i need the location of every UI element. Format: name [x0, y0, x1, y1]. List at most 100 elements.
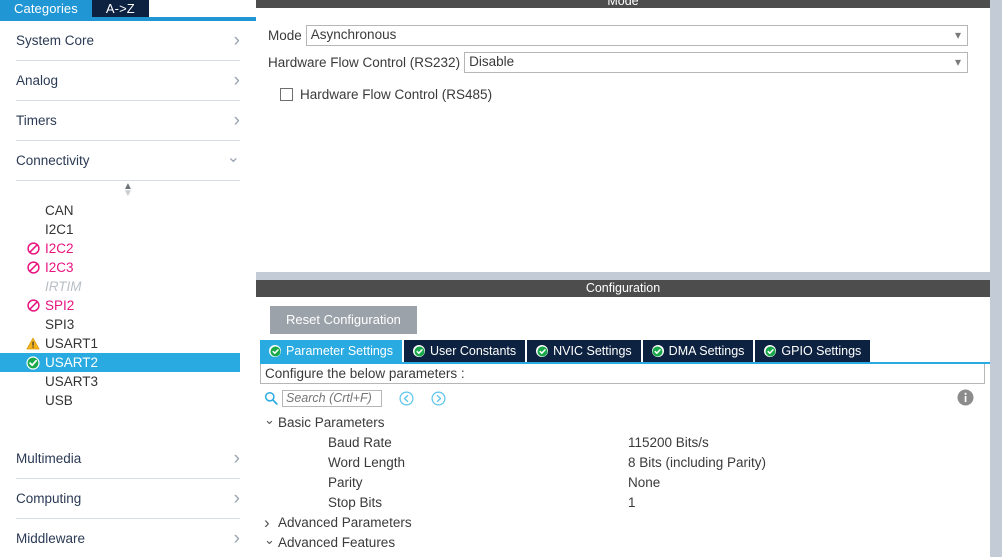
status-none-icon [24, 222, 42, 237]
sidebar-item-timers[interactable]: Timers [16, 101, 240, 141]
chevron-right-icon [264, 514, 278, 531]
chevron-right-icon [234, 449, 240, 468]
conflict-icon [24, 241, 42, 256]
param-word-length[interactable]: Word Length 8 Bits (including Parity) [264, 452, 990, 472]
sidebar-item-computing-label: Computing [16, 491, 82, 506]
mode-panel-title-label: Mode [607, 0, 639, 8]
check-ok-icon [413, 345, 425, 357]
param-baud-rate-value: 115200 Bits/s [628, 434, 709, 450]
tree-group-advanced-parameters-label: Advanced Parameters [278, 514, 412, 530]
search-previous-button[interactable] [398, 390, 414, 406]
info-icon[interactable] [957, 389, 974, 406]
peripheral-spi2-label: SPI2 [45, 297, 75, 313]
peripheral-spi3[interactable]: SPI3 [20, 315, 256, 334]
mode-select[interactable]: Asynchronous ▾ [305, 24, 968, 46]
peripheral-usb-label: USB [45, 392, 73, 408]
peripheral-can[interactable]: CAN [20, 201, 256, 220]
peripheral-usart2[interactable]: USART2 [0, 353, 240, 372]
param-parity[interactable]: Parity None [264, 472, 990, 492]
peripheral-i2c3[interactable]: I2C3 [20, 258, 256, 277]
configuration-tabbar: Parameter Settings User Constants NVIC S… [260, 340, 990, 362]
sidebar-tabbar-filler [148, 0, 256, 17]
category-list-top: System Core Analog Timers Connectivity [0, 21, 256, 181]
flow-rs232-select-value: Disable [469, 54, 515, 70]
peripheral-irtim[interactable]: IRTIM [20, 277, 256, 296]
mode-panel-body: Mode Asynchronous ▾ Hardware Flow Contro… [256, 8, 990, 272]
sidebar-item-middleware[interactable]: Middleware [16, 519, 240, 557]
peripheral-usb[interactable]: USB [20, 391, 256, 410]
mode-label: Mode [268, 27, 302, 43]
peripheral-list: CAN I2C1 I2C2 I2C3 IRTIM SPI2 SPI3 USART… [0, 199, 256, 410]
search-next-button[interactable] [430, 390, 446, 406]
check-ok-icon [536, 345, 549, 357]
sidebar-item-analog-label: Analog [16, 73, 59, 88]
param-parity-label: Parity [328, 474, 363, 490]
tab-a-to-z[interactable]: A->Z [91, 0, 149, 17]
peripheral-usart3-label: USART3 [45, 373, 99, 389]
sidebar-item-connectivity[interactable]: Connectivity [16, 141, 240, 181]
tab-dma-settings[interactable]: DMA Settings [642, 340, 754, 362]
peripheral-i2c2[interactable]: I2C2 [20, 239, 256, 258]
conflict-icon [24, 260, 42, 275]
mode-row: Mode Asynchronous ▾ [256, 24, 990, 46]
sidebar-item-connectivity-label: Connectivity [16, 153, 90, 168]
peripheral-spi3-label: SPI3 [45, 316, 75, 332]
flow-rs485-row[interactable]: Hardware Flow Control (RS485) [256, 87, 990, 102]
status-none-icon [24, 317, 42, 332]
peripheral-usart1[interactable]: USART1 [20, 334, 256, 353]
peripheral-i2c1[interactable]: I2C1 [20, 220, 256, 239]
param-stop-bits-value: 1 [628, 494, 636, 510]
sidebar-item-system-core-label: System Core [16, 33, 95, 48]
search-input[interactable] [282, 389, 382, 407]
tab-nvic-settings[interactable]: NVIC Settings [527, 340, 641, 362]
chevron-right-icon [234, 529, 240, 548]
sidebar-item-system-core[interactable]: System Core [16, 21, 240, 61]
tab-categories[interactable]: Categories [0, 0, 92, 17]
param-baud-rate[interactable]: Baud Rate 115200 Bits/s [264, 432, 990, 452]
sidebar-item-multimedia[interactable]: Multimedia [16, 439, 240, 479]
peripheral-i2c2-label: I2C2 [45, 240, 74, 256]
sidebar-item-middleware-label: Middleware [16, 531, 86, 546]
warning-icon [24, 336, 42, 351]
param-stop-bits[interactable]: Stop Bits 1 [264, 492, 990, 512]
tree-group-advanced-parameters[interactable]: Advanced Parameters [264, 512, 990, 532]
status-none-icon [24, 393, 42, 408]
flow-rs485-checkbox[interactable] [280, 88, 293, 101]
check-ok-icon [24, 355, 42, 370]
tree-group-basic-parameters[interactable]: Basic Parameters [264, 412, 990, 432]
peripheral-i2c3-label: I2C3 [45, 259, 74, 275]
check-ok-icon [269, 345, 281, 357]
mode-select-value: Asynchronous [310, 27, 397, 43]
sidebar-item-computing[interactable]: Computing [16, 479, 240, 519]
param-word-length-value: 8 Bits (including Parity) [628, 454, 767, 470]
tab-nvic-settings-label: NVIC Settings [553, 344, 632, 358]
tab-gpio-settings[interactable]: GPIO Settings [755, 340, 871, 362]
tab-parameter-settings-label: Parameter Settings [286, 344, 393, 358]
chevron-right-icon [234, 71, 240, 90]
chevron-right-icon [234, 489, 240, 508]
peripheral-usart3[interactable]: USART3 [20, 372, 256, 391]
chevron-down-icon: ▾ [954, 55, 961, 69]
peripheral-spi2[interactable]: SPI2 [20, 296, 256, 315]
reset-configuration-button[interactable]: Reset Configuration [270, 306, 417, 334]
param-parity-value: None [628, 474, 661, 490]
sidebar-item-analog[interactable]: Analog [16, 61, 240, 101]
param-word-length-label: Word Length [328, 454, 406, 470]
chevron-down-icon [264, 416, 278, 429]
peripheral-scroll-indicator[interactable]: ▲ ▼ [0, 181, 256, 199]
sidebar-item-multimedia-label: Multimedia [16, 451, 82, 466]
chevron-down-icon [264, 536, 278, 549]
tab-a-to-z-label: A->Z [105, 1, 135, 16]
tab-parameter-settings[interactable]: Parameter Settings [260, 340, 402, 362]
search-icon [264, 391, 278, 405]
reset-configuration-wrap: Reset Configuration [256, 297, 990, 340]
configure-parameters-note-label: Configure the below parameters : [265, 366, 465, 381]
right-edge-strip [990, 0, 1002, 557]
chevron-down-icon [227, 153, 240, 169]
flow-rs232-select[interactable]: Disable ▾ [464, 51, 968, 73]
peripheral-i2c1-label: I2C1 [45, 221, 74, 237]
tree-group-advanced-features[interactable]: Advanced Features [264, 532, 990, 552]
parameter-tree: Basic Parameters Baud Rate 115200 Bits/s… [256, 412, 990, 552]
configure-parameters-note: Configure the below parameters : [260, 364, 985, 384]
tab-user-constants[interactable]: User Constants [404, 340, 526, 362]
